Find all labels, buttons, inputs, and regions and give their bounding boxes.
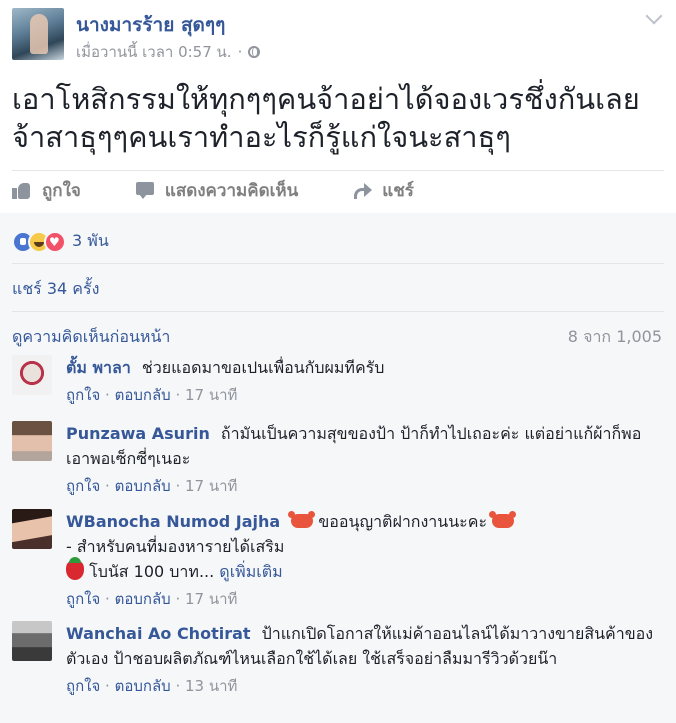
comment-icon bbox=[135, 181, 155, 199]
meta-separator: · bbox=[237, 43, 243, 61]
share-label: แชร์ bbox=[382, 180, 414, 201]
like-button[interactable]: ถูกใจ bbox=[12, 177, 81, 204]
comment-item: Wanchai Ao Chotirat ป้าแกเปิดโอกาสให้แม่… bbox=[12, 621, 662, 721]
comment-like-link[interactable]: ถูกใจ bbox=[66, 386, 100, 404]
comment-meta: ถูกใจ · ตอบกลับ · 17 นาที bbox=[66, 477, 238, 495]
comment-body: WBanocha Numod Jajha ขออนุญาติฝากงานนะคะ… bbox=[66, 509, 662, 612]
commenter-name[interactable]: Wanchai Ao Chotirat bbox=[66, 624, 251, 643]
comment-item: ตั้ม พาลา ช่วยแอดมาขอเปนเพื่อนกับผมทีครั… bbox=[12, 355, 662, 415]
comment-body: Wanchai Ao Chotirat ป้าแกเปิดโอกาสให้แม่… bbox=[66, 621, 662, 699]
crab-emoji-icon bbox=[489, 511, 515, 528]
commenter-name[interactable]: WBanocha Numod Jajha bbox=[66, 512, 280, 531]
author-avatar[interactable] bbox=[12, 8, 64, 60]
comment-body: Punzawa Asurin ถ้ามันเป็นความสุขของป้า ป… bbox=[66, 421, 662, 499]
comment-time[interactable]: 17 นาที bbox=[185, 386, 237, 404]
comment-body: ตั้ม พาลา ช่วยแอดมาขอเปนเพื่อนกับผมทีครั… bbox=[66, 355, 662, 408]
comment-time[interactable]: 17 นาที bbox=[185, 477, 237, 495]
comment-text-line1: ขออนุญาติฝากงานนะคะ bbox=[318, 512, 488, 531]
divider bbox=[12, 311, 664, 312]
like-label: ถูกใจ bbox=[42, 180, 81, 201]
commenter-name[interactable]: ตั้ม พาลา bbox=[66, 358, 131, 377]
commenter-avatar[interactable] bbox=[12, 355, 52, 395]
divider bbox=[12, 170, 664, 171]
view-previous-comments-link[interactable]: ดูความคิดเห็นก่อนหน้า bbox=[12, 325, 170, 350]
post-card: นางมารร้าย สุดๆๆ เมื่อวานนี้ เวลา 0:57 น… bbox=[0, 0, 676, 213]
share-icon bbox=[352, 181, 373, 199]
share-button[interactable]: แชร์ bbox=[352, 177, 414, 204]
post-timestamp[interactable]: เมื่อวานนี้ เวลา 0:57 น. bbox=[76, 40, 232, 64]
reactions-summary[interactable]: 3 พัน bbox=[12, 229, 109, 254]
commenter-name[interactable]: Punzawa Asurin bbox=[66, 424, 210, 443]
comment-text-line3: โบนัส 100 บาท... bbox=[89, 562, 215, 581]
post-meta: เมื่อวานนี้ เวลา 0:57 น. · bbox=[76, 40, 261, 64]
comment-label: แสดงความคิดเห็น bbox=[164, 180, 299, 201]
commenter-avatar[interactable] bbox=[12, 421, 52, 461]
divider bbox=[12, 263, 664, 264]
comment-reply-link[interactable]: ตอบกลับ bbox=[115, 477, 171, 495]
comment-like-link[interactable]: ถูกใจ bbox=[66, 477, 100, 495]
comment-text: ช่วยแอดมาขอเปนเพื่อนกับผมทีครับ bbox=[141, 358, 385, 377]
chevron-down-icon[interactable] bbox=[645, 7, 663, 25]
commenter-avatar[interactable] bbox=[12, 509, 52, 549]
comment-text-line2: - สำหรับคนที่มองหารายได้เสริม bbox=[66, 537, 285, 556]
strawberry-emoji-icon bbox=[66, 557, 84, 580]
comment-reply-link[interactable]: ตอบกลับ bbox=[115, 386, 171, 404]
comment-item: WBanocha Numod Jajha ขออนุญาติฝากงานนะคะ… bbox=[12, 509, 662, 619]
author-name[interactable]: นางมารร้าย สุดๆๆ bbox=[76, 10, 225, 40]
comment-item: Punzawa Asurin ถ้ามันเป็นความสุขของป้า ป… bbox=[12, 421, 662, 507]
post-text: เอาโหสิกรรมให้ทุกๆๆคนจ้าอย่าได้จองเวรชึ่… bbox=[12, 82, 640, 154]
comment-meta: ถูกใจ · ตอบกลับ · 13 นาที bbox=[66, 677, 238, 695]
feedback-panel: 3 พัน แชร์ 34 ครั้ง ดูความคิดเห็นก่อนหน้… bbox=[0, 213, 676, 723]
comment-meta: ถูกใจ · ตอบกลับ · 17 นาที bbox=[66, 590, 238, 608]
reaction-count[interactable]: 3 พัน bbox=[72, 229, 109, 254]
comment-counter: 8 จาก 1,005 bbox=[567, 327, 662, 346]
comment-button[interactable]: แสดงความคิดเห็น bbox=[135, 177, 298, 204]
comment-time[interactable]: 17 นาที bbox=[185, 590, 237, 608]
thumbs-up-icon bbox=[12, 181, 32, 199]
shares-count[interactable]: แชร์ 34 ครั้ง bbox=[12, 277, 99, 302]
love-reaction-icon bbox=[44, 230, 66, 253]
see-more-link[interactable]: ดูเพิ่มเติม bbox=[219, 562, 282, 581]
post-actions: ถูกใจ แสดงความคิดเห็น แชร์ bbox=[12, 172, 662, 208]
comment-like-link[interactable]: ถูกใจ bbox=[66, 590, 100, 608]
previous-comments-row: ดูความคิดเห็นก่อนหน้า 8 จาก 1,005 bbox=[12, 325, 662, 350]
comment-reply-link[interactable]: ตอบกลับ bbox=[115, 677, 171, 695]
globe-icon[interactable] bbox=[248, 46, 261, 58]
comment-meta: ถูกใจ · ตอบกลับ · 17 นาที bbox=[66, 386, 238, 404]
comment-like-link[interactable]: ถูกใจ bbox=[66, 677, 100, 695]
comment-reply-link[interactable]: ตอบกลับ bbox=[115, 590, 171, 608]
commenter-avatar[interactable] bbox=[12, 621, 52, 661]
comment-time[interactable]: 13 นาที bbox=[185, 677, 237, 695]
crab-emoji-icon bbox=[288, 511, 314, 528]
